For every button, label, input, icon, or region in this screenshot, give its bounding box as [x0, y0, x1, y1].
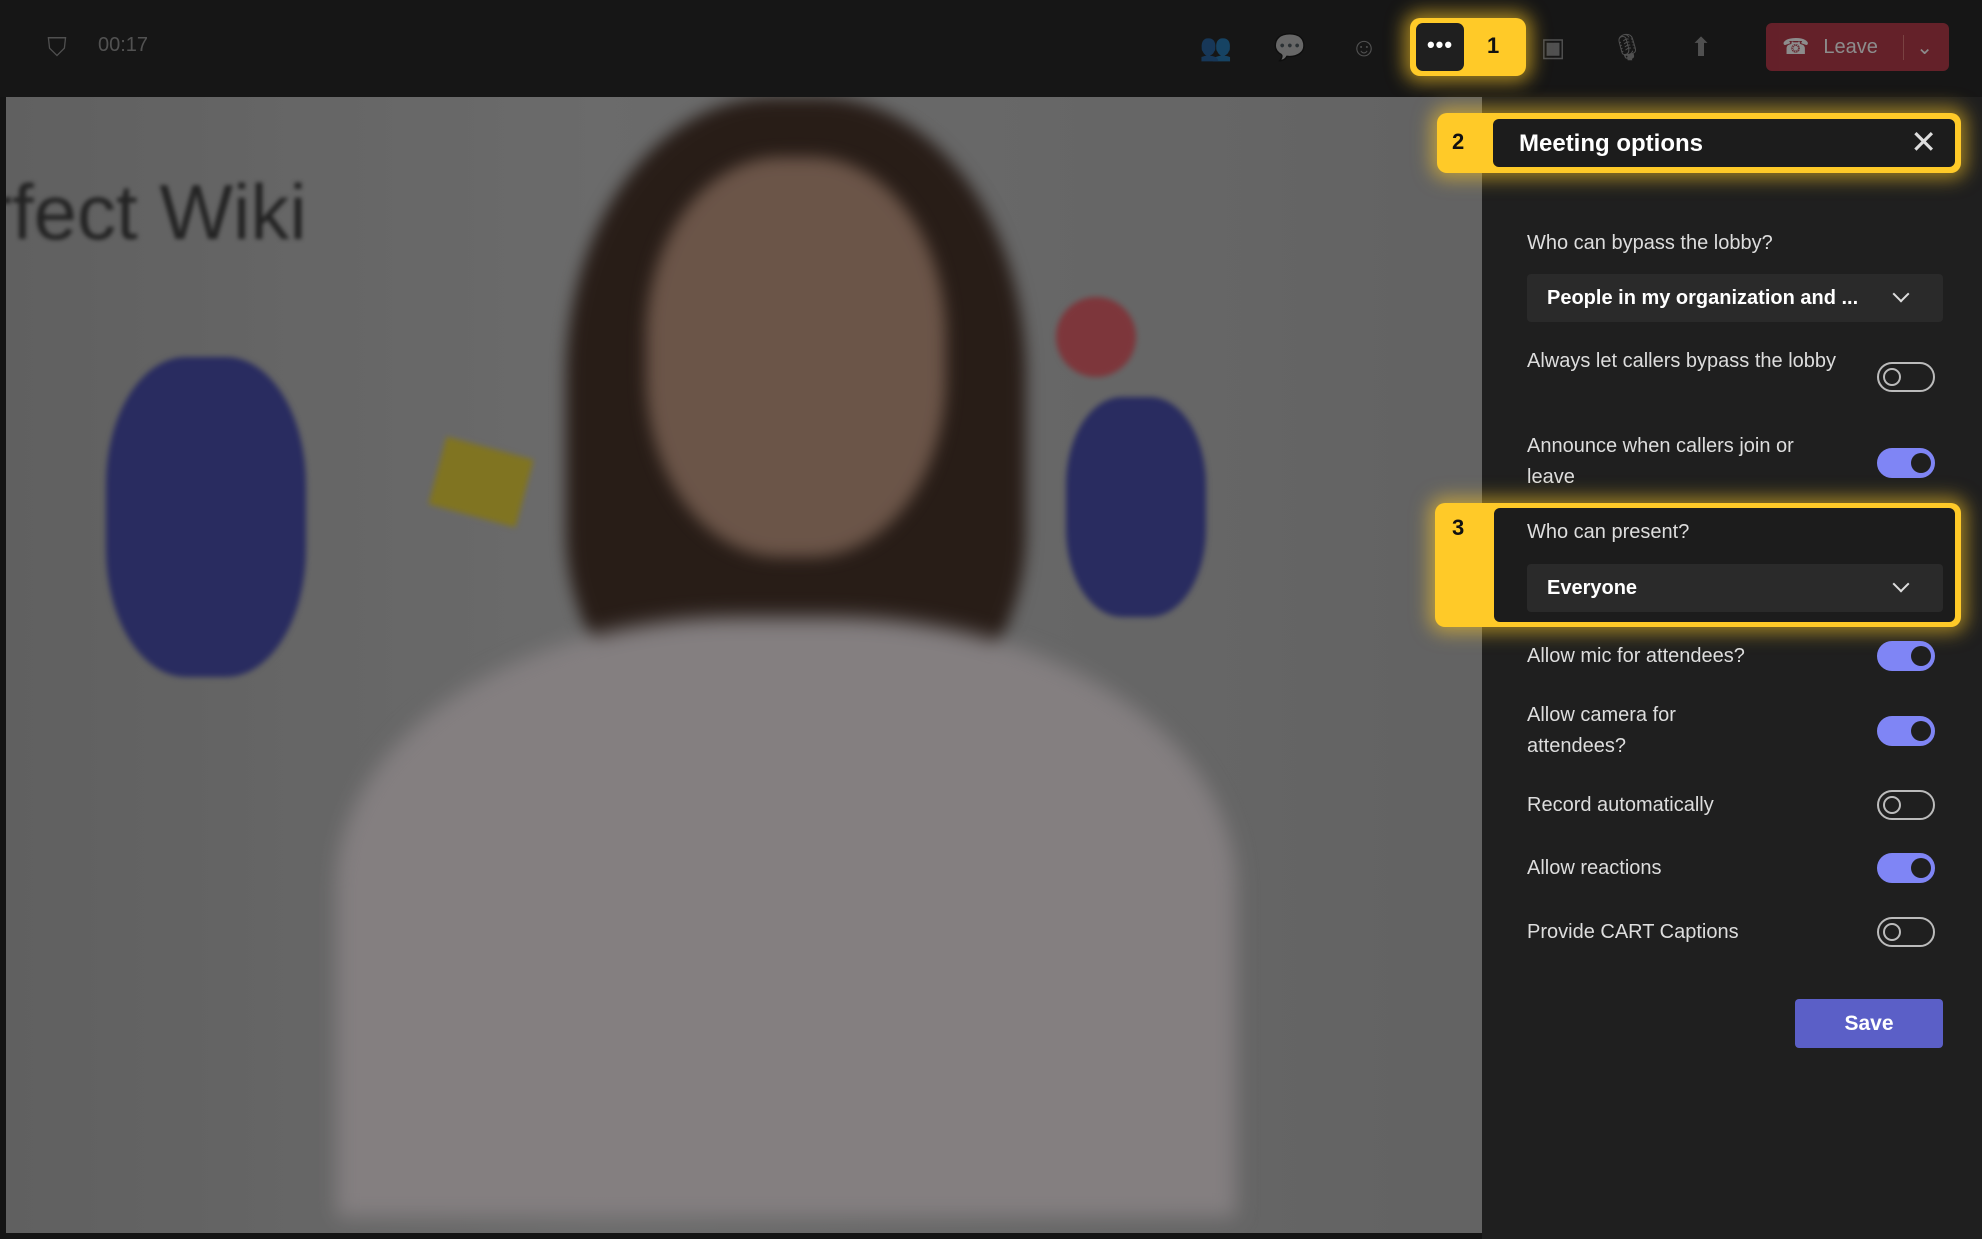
panel-title: Meeting options — [1519, 130, 1703, 157]
mic-icon[interactable]: 🎙 — [1610, 30, 1644, 64]
save-button[interactable]: Save — [1795, 999, 1943, 1048]
step-badge-2: 2 — [1452, 129, 1465, 154]
close-icon[interactable]: ✕ — [1910, 125, 1937, 159]
step-badge-1: 1 — [1487, 33, 1500, 58]
toggle-label: Allow mic for attendees? — [1527, 645, 1745, 667]
panel-header: Meeting options ✕ — [1493, 119, 1955, 167]
chevron-down-icon — [1892, 575, 1910, 593]
toggle-allow-mic[interactable] — [1877, 641, 1935, 671]
shield-icon: ⛉ — [47, 32, 67, 62]
lobby-value: People in my organization and ... — [1547, 287, 1859, 309]
present-label: Who can present? — [1527, 521, 1690, 543]
chevron-down-icon — [1892, 285, 1910, 303]
toggle-allow-camera[interactable] — [1877, 716, 1935, 746]
meeting-toolbar: ⛉ 00:17 👥 💬 ☺ ••• 1 ▣ 🎙 ⬆ ☎ Leave ⌄ — [0, 0, 1982, 97]
present-dropdown[interactable]: Everyone — [1527, 564, 1943, 612]
toggle-label: Announce when callers join or leave — [1527, 435, 1794, 488]
leave-label: Leave — [1823, 35, 1878, 58]
step-badge-3: 3 — [1452, 515, 1465, 540]
camera-off-icon[interactable]: ▣ — [1536, 30, 1570, 64]
share-icon[interactable]: ⬆ — [1684, 30, 1718, 64]
video-feed: rfect Wiki — [6, 97, 1482, 1233]
present-value: Everyone — [1547, 577, 1638, 599]
more-actions-highlight: ••• 1 — [1410, 18, 1526, 76]
leave-button[interactable]: ☎ Leave ⌄ — [1766, 23, 1949, 71]
toggle-allow-reactions[interactable] — [1877, 853, 1935, 883]
toggle-announce-callers[interactable] — [1877, 448, 1935, 478]
meeting-timer: 00:17 — [98, 34, 149, 56]
toggle-cart-captions[interactable] — [1877, 917, 1935, 947]
dim-overlay — [6, 97, 1482, 1233]
toggle-record-automatically[interactable] — [1877, 790, 1935, 820]
toggle-label: Record automatically — [1527, 794, 1714, 816]
toggle-label: Provide CART Captions — [1527, 921, 1739, 943]
lobby-label: Who can bypass the lobby? — [1527, 232, 1773, 254]
chat-icon[interactable]: 💬 — [1273, 30, 1307, 64]
people-icon[interactable]: 👥 — [1199, 30, 1233, 64]
more-actions-button[interactable]: ••• — [1416, 23, 1464, 71]
toggle-label: Allow reactions — [1527, 857, 1662, 879]
reactions-icon[interactable]: ☺ — [1347, 30, 1381, 64]
chevron-down-icon[interactable]: ⌄ — [1903, 34, 1933, 60]
lobby-dropdown[interactable]: People in my organization and ... — [1527, 274, 1943, 322]
phone-icon: ☎ — [1782, 34, 1810, 59]
header-highlight: 2 Meeting options ✕ — [1437, 113, 1961, 173]
toggle-label: Allow camera for attendees? — [1527, 704, 1676, 757]
toggle-label: Always let callers bypass the lobby — [1527, 350, 1837, 372]
toggle-always-bypass[interactable] — [1877, 362, 1935, 392]
